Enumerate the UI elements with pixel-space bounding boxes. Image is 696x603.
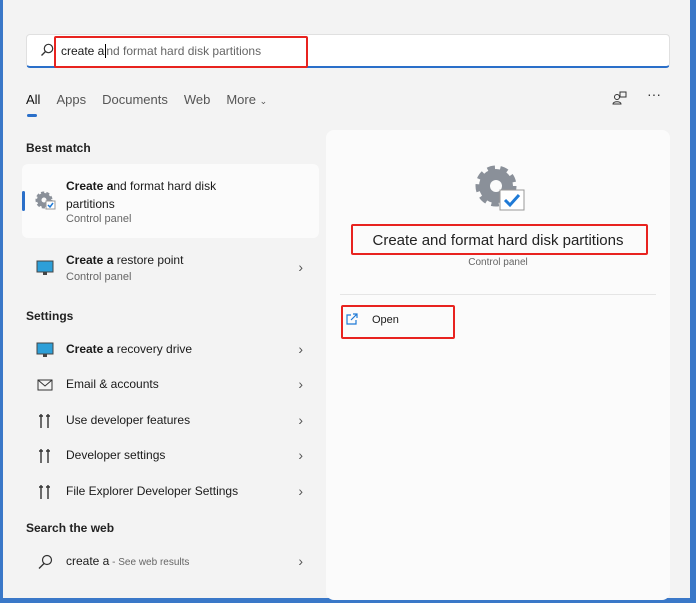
settings-item-recovery-drive[interactable]: Create a recovery drive › [22, 332, 319, 367]
people-icon[interactable] [612, 90, 628, 106]
tab-all[interactable]: All [26, 92, 40, 107]
monitor-icon [36, 341, 54, 359]
detail-subtitle: Control panel [326, 257, 670, 268]
tab-more-label: More [226, 92, 256, 107]
more-options-icon[interactable]: ··· [647, 86, 661, 102]
divider [340, 294, 656, 295]
web-search-label: create a - See web results [66, 554, 189, 568]
tools-icon [36, 412, 54, 430]
web-search-item[interactable]: create a - See web results › [22, 544, 319, 579]
settings-item-label: Email & accounts [66, 377, 159, 391]
search-icon [36, 553, 54, 571]
tab-documents[interactable]: Documents [102, 92, 168, 107]
tools-icon [36, 483, 54, 501]
tools-icon [36, 447, 54, 465]
selection-indicator [22, 191, 25, 211]
restore-point-label: Create a restore point [66, 253, 183, 267]
filter-tabs: All Apps Documents Web More ⌄ [26, 92, 283, 107]
chevron-right-icon: › [298, 412, 303, 428]
settings-item-developer-features[interactable]: Use developer features › [22, 403, 319, 438]
start-search-panel: create and format hard disk partitions A… [3, 0, 690, 598]
chevron-right-icon: › [298, 376, 303, 392]
settings-header: Settings [26, 309, 73, 323]
settings-item-email-accounts[interactable]: Email & accounts › [22, 367, 319, 402]
settings-item-label: Create a recovery drive [66, 342, 192, 356]
settings-item-label: Use developer features [66, 413, 190, 427]
best-match-title: Create and format hard diskpartitions [66, 177, 216, 213]
chevron-down-icon: ⌄ [260, 96, 268, 106]
best-match-header: Best match [26, 141, 91, 155]
tab-web[interactable]: Web [184, 92, 211, 107]
search-web-header: Search the web [26, 521, 114, 535]
highlight-box [351, 224, 648, 255]
chevron-right-icon: › [298, 553, 303, 569]
chevron-right-icon: › [298, 259, 303, 275]
settings-item-file-explorer-developer[interactable]: File Explorer Developer Settings › [22, 474, 319, 509]
detail-pane: Create and format hard disk partitions C… [326, 130, 670, 600]
tab-apps[interactable]: Apps [56, 92, 86, 107]
highlight-box [341, 305, 455, 339]
settings-gear-icon [35, 191, 57, 211]
best-match-item[interactable]: Create and format hard diskpartitions Co… [22, 164, 319, 238]
best-match-subtitle: Control panel [66, 213, 131, 225]
chevron-right-icon: › [298, 483, 303, 499]
settings-item-label: File Explorer Developer Settings [66, 484, 238, 498]
chevron-right-icon: › [298, 447, 303, 463]
restore-point-subtitle: Control panel [66, 271, 131, 283]
highlight-box [54, 36, 308, 68]
monitor-icon [36, 259, 54, 277]
tab-more[interactable]: More ⌄ [226, 92, 267, 107]
settings-item-label: Developer settings [66, 448, 165, 462]
settings-gear-icon [472, 162, 528, 214]
chevron-right-icon: › [298, 341, 303, 357]
settings-item-developer-settings[interactable]: Developer settings › [22, 438, 319, 473]
mail-icon [36, 376, 54, 394]
restore-point-item[interactable]: Create a restore point Control panel › [22, 250, 319, 290]
search-icon [40, 43, 54, 57]
